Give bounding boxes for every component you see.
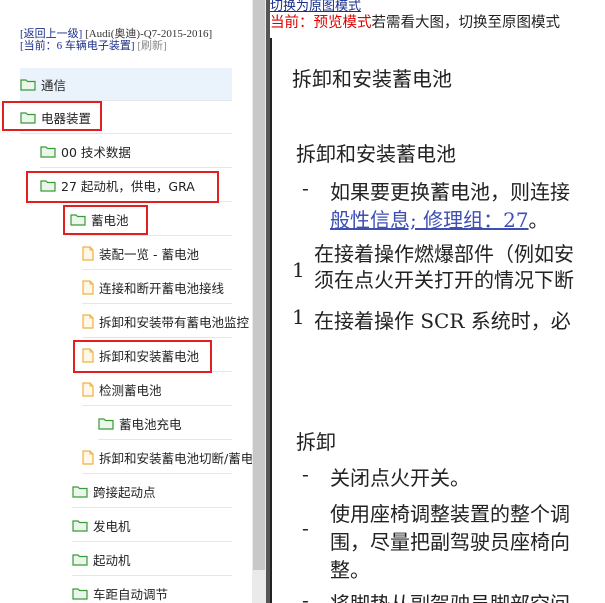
doc-line-2b: 须在点火开关打开的情况下断 (314, 268, 574, 292)
tree-item-label: 拆卸和安装带有蓄电池监控 (99, 314, 250, 330)
tree-item[interactable]: 发电机 (72, 509, 232, 542)
step-2a: 使用座椅调整装置的整个调 (330, 502, 570, 526)
tree-item-label: 检测蓄电池 (99, 382, 162, 398)
folder-icon (72, 519, 88, 532)
tree-item-label: 蓄电池充电 (119, 416, 182, 432)
document-viewer: 切换为原图模式 当前：预览模式若需看大图，切换至原图模式 拆卸和安装蓄电池 拆卸… (270, 0, 605, 603)
tree-item-label: 跨接起动点 (93, 484, 156, 500)
doc-line-3: 在接着操作 SCR 系统时，必 (314, 309, 571, 333)
tree-item[interactable]: 车距自动调节 (72, 577, 232, 603)
tree-item[interactable]: 蓄电池充电 (98, 407, 232, 440)
highlight-box-electrical (2, 101, 102, 131)
folder-icon (98, 417, 114, 430)
mode-prefix: 当前： (270, 15, 314, 31)
file-icon (82, 449, 94, 465)
tree-item[interactable]: 拆卸和安装带有蓄电池监控 (82, 305, 249, 338)
bullet-dash: - (302, 588, 309, 603)
highlight-box-remove-install (73, 340, 212, 373)
current-prefix: [当前： (20, 40, 57, 52)
nav-tree-panel: [返回上一级] [Audi(奥迪)-Q7-2015-2016] [当前：6 车辆… (0, 0, 252, 603)
folder-icon (72, 485, 88, 498)
mode-line: 当前：预览模式若需看大图，切换至原图模式 (270, 11, 560, 32)
step-3: 将脚垫从副驾驶员脚部空间 (330, 588, 570, 603)
file-icon (82, 279, 94, 295)
num-marker-1: 1 (292, 258, 305, 282)
tree-item-label: 车距自动调节 (93, 586, 169, 602)
tree-item-label: 起动机 (93, 552, 131, 568)
mode-hint: 若需看大图，切换至原图模式 (371, 15, 561, 31)
folder-icon (72, 587, 88, 600)
highlight-box-battery (63, 205, 148, 235)
back-link[interactable]: [返回上一级] (20, 28, 82, 40)
tree-item-label: 通信 (41, 77, 67, 93)
folder-icon (20, 78, 36, 91)
tree-header: [返回上一级] [Audi(奥迪)-Q7-2015-2016] [当前：6 车辆… (20, 28, 245, 52)
tree-scrollbar[interactable] (252, 0, 266, 603)
tree-item[interactable]: 拆卸和安装蓄电池切断/蓄电 (82, 441, 252, 474)
num-marker-2: 1 (292, 305, 305, 329)
doc-line-1-cont: 般性信息; 修理组：27。 (330, 204, 549, 233)
step-1: 关闭点火开关。 (330, 466, 470, 490)
file-icon (82, 381, 94, 397)
document-content: 拆卸和安装蓄电池 拆卸和安装蓄电池 - 如果要更换蓄电池，则连接 般性信息; 修… (270, 38, 605, 603)
step-2b: 围，尽量把副驾驶员座椅向 (330, 530, 570, 554)
tree-item[interactable]: 装配一览 - 蓄电池 (82, 237, 232, 270)
tree-item[interactable]: 通信 (20, 68, 232, 101)
tree-item[interactable]: 起动机 (72, 543, 232, 576)
folder-icon (40, 145, 56, 158)
step-2c: 整。 (330, 558, 370, 582)
line1-end: 。 (528, 208, 549, 232)
tree-item-label: 发电机 (93, 518, 131, 534)
tree-item-label: 拆卸和安装蓄电池切断/蓄电 (99, 450, 252, 466)
doc-line-2a: 在接着操作燃爆部件（例如安 (314, 242, 574, 266)
bullet-dash: - (302, 516, 309, 540)
tree-item[interactable]: 跨接起动点 (72, 475, 232, 508)
tree-item[interactable]: 00 技术数据 (40, 135, 232, 168)
bullet-dash: - (302, 462, 309, 486)
brand-label: [Audi(奥迪)-Q7-2015-2016] (85, 28, 213, 40)
tree-item-label: 00 技术数据 (61, 144, 131, 160)
tree-item[interactable]: 检测蓄电池 (82, 373, 232, 406)
file-icon (82, 245, 94, 261)
current-label: [当前：6 车辆电子装置] (20, 40, 135, 52)
doc-line-1: 如果要更换蓄电池，则连接 (330, 180, 570, 204)
tree-item-label: 装配一览 - 蓄电池 (99, 246, 199, 262)
tree-item[interactable]: 连接和断开蓄电池接线 (82, 271, 232, 304)
info-link[interactable]: 般性信息; 修理组：27 (330, 208, 529, 232)
tree-item-label: 连接和断开蓄电池接线 (99, 280, 225, 296)
mode-value: 预览模式 (313, 15, 372, 31)
section-title: 拆卸和安装蓄电池 (296, 142, 456, 166)
refresh-link[interactable]: [刷新] (137, 40, 166, 52)
highlight-box-starter (26, 171, 219, 203)
removal-title: 拆卸 (296, 430, 336, 454)
current-value: 6 车辆电子装置] (56, 40, 135, 52)
file-icon (82, 313, 94, 329)
bullet-dash: - (302, 176, 309, 200)
doc-title: 拆卸和安装蓄电池 (292, 67, 452, 91)
scrollbar-thumb[interactable] (253, 0, 265, 570)
folder-icon (72, 553, 88, 566)
